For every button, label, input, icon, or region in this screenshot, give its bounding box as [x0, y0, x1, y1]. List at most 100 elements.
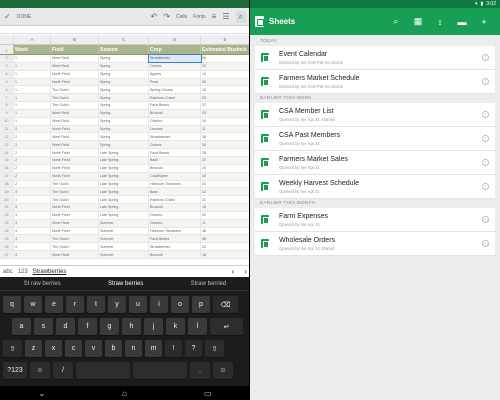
- table-cell[interactable]: Rainbow Chard: [149, 94, 201, 102]
- undo-icon[interactable]: ↶: [151, 12, 158, 21]
- file-list-item[interactable]: Event Calendar Opened by me 3:00 PM On de…: [255, 46, 495, 70]
- table-cell[interactable]: 2: [14, 180, 51, 188]
- key-x[interactable]: x: [45, 340, 62, 357]
- table-row[interactable]: 8 1 The Gulch Spring Fava Beans 37: [0, 102, 250, 110]
- table-cell[interactable]: Summer: [99, 235, 149, 243]
- table-row[interactable]: 22 3 North Field Late Spring Cilantro 22: [0, 211, 250, 220]
- row-number[interactable]: 27: [0, 251, 14, 258]
- table-row[interactable]: 11 2 North Field Spring Lemons 11: [0, 125, 250, 134]
- table-cell[interactable]: Summer: [99, 251, 149, 258]
- home-icon[interactable]: ⌂: [122, 389, 127, 398]
- key-w[interactable]: w: [24, 296, 42, 313]
- table-cell[interactable]: Peas: [149, 78, 201, 86]
- table-cell[interactable]: The Gulch: [51, 86, 99, 94]
- row-number[interactable]: 4: [0, 70, 14, 78]
- table-cell[interactable]: Spring: [99, 125, 149, 133]
- row-number[interactable]: 24: [0, 227, 14, 235]
- table-row[interactable]: 20 3 The Gulch Late Spring Rainbow Chard 22: [0, 196, 250, 205]
- table-cell[interactable]: Spring: [99, 70, 149, 78]
- file-name[interactable]: CSA Past Members: [279, 132, 482, 139]
- table-row[interactable]: 7 1 The Gulch Spring Rainbow Chard 20: [0, 94, 250, 103]
- row-number[interactable]: 10: [0, 117, 14, 125]
- table-cell[interactable]: 1: [14, 62, 51, 70]
- row-number[interactable]: 9: [0, 109, 14, 117]
- table-cell[interactable]: 20: [201, 78, 250, 86]
- table-cell[interactable]: The Gulch: [51, 188, 99, 196]
- row-number[interactable]: 21: [0, 204, 14, 211]
- table-cell[interactable]: Cilantro: [149, 211, 201, 219]
- table-cell[interactable]: 4: [14, 235, 51, 243]
- table-cell[interactable]: 4: [14, 251, 51, 258]
- table-cell[interactable]: Onions: [149, 62, 201, 70]
- table-cell[interactable]: 36: [201, 55, 250, 62]
- suggestion-2[interactable]: Straw berries: [108, 281, 143, 287]
- row-number[interactable]: 1: [0, 45, 14, 54]
- search-icon[interactable]: ⌕: [385, 16, 407, 27]
- table-cell[interactable]: 18: [201, 251, 250, 258]
- table-row[interactable]: 10 1 West Field Spring Cilantro 16: [0, 117, 250, 126]
- table-cell[interactable]: West Field: [51, 109, 99, 117]
- row-number[interactable]: 3: [0, 62, 14, 70]
- table-cell[interactable]: The Gulch: [51, 94, 99, 102]
- table-cell[interactable]: Basil: [149, 188, 201, 196]
- table-cell[interactable]: Summer: [99, 219, 149, 227]
- key-z[interactable]: z: [25, 340, 42, 357]
- folder-icon[interactable]: ▬: [451, 17, 473, 27]
- file-list-item[interactable]: CSA Past Members Opened by me Apr 21 i: [255, 127, 495, 151]
- file-list-item[interactable]: Wholesale Orders Opened by me Apr 21 Shar…: [255, 232, 495, 256]
- table-row[interactable]: 16 2 North Field Late Spring Broccoli 20: [0, 164, 250, 173]
- table-cell[interactable]: 19: [201, 172, 250, 180]
- cell-entry-value[interactable]: Strawberries: [33, 269, 67, 275]
- table-cell[interactable]: Onions: [149, 141, 201, 149]
- table-cell[interactable]: Broccoli: [149, 251, 201, 258]
- table-cell[interactable]: North Field: [51, 172, 99, 180]
- abc-mode-toggle[interactable]: abc: [3, 269, 13, 275]
- table-row[interactable]: 21 3 North Field Late Spring Broccoli 16: [0, 204, 250, 212]
- info-icon[interactable]: i: [482, 54, 489, 61]
- table-cell[interactable]: North Field: [51, 125, 99, 133]
- table-cell[interactable]: Late Spring: [99, 156, 149, 164]
- table-cell[interactable]: North Field: [51, 164, 99, 172]
- new-sheet-button[interactable]: +: [473, 17, 495, 27]
- table-cell[interactable]: Spring Onions: [149, 86, 201, 94]
- table-cell[interactable]: Basil: [149, 156, 201, 164]
- table-cell[interactable]: Spring: [99, 102, 149, 109]
- row-number[interactable]: 23: [0, 219, 14, 227]
- table-cell[interactable]: North Field: [51, 149, 99, 156]
- row-number[interactable]: 15: [0, 156, 14, 164]
- table-cell[interactable]: 3: [14, 188, 51, 196]
- table-cell[interactable]: Spring: [99, 78, 149, 86]
- table-cell[interactable]: Cilantro: [149, 117, 201, 125]
- table-cell[interactable]: 18: [201, 133, 250, 141]
- table-cell[interactable]: 46: [201, 227, 250, 235]
- key-u[interactable]: u: [129, 296, 147, 313]
- table-row[interactable]: 23 3 West Field Summer Cilantro 11: [0, 219, 250, 228]
- column-header[interactable]: B: [51, 35, 99, 44]
- row-number[interactable]: 26: [0, 243, 14, 251]
- key-i[interactable]: i: [150, 296, 168, 313]
- table-cell[interactable]: Strawberries: [149, 133, 201, 141]
- table-cell[interactable]: Spring: [99, 55, 149, 62]
- table-cell[interactable]: Spring: [99, 86, 149, 94]
- key-space[interactable]: [76, 362, 130, 379]
- table-cell[interactable]: Broccoli: [149, 164, 201, 172]
- info-icon[interactable]: i: [482, 135, 489, 142]
- table-cell[interactable]: 1: [14, 86, 51, 94]
- previous-cell-icon[interactable]: ‹: [232, 267, 235, 276]
- info-icon[interactable]: i: [482, 183, 489, 190]
- key-symbol[interactable]: !: [165, 340, 182, 357]
- file-list-item[interactable]: CSA Member List Opened by me Apr 21 Share…: [255, 103, 495, 127]
- table-row[interactable]: 26 4 The Gulch Summer Strawberries 20: [0, 243, 250, 252]
- table-cell[interactable]: Fava Beans: [149, 149, 201, 156]
- file-name[interactable]: Farmers Market Schedule: [279, 75, 482, 82]
- table-cell[interactable]: 36: [201, 235, 250, 243]
- table-cell[interactable]: The Gulch: [51, 196, 99, 204]
- key-y[interactable]: y: [108, 296, 126, 313]
- table-cell[interactable]: 37: [201, 102, 250, 109]
- grid-view-icon[interactable]: ▦: [407, 16, 429, 27]
- column-header[interactable]: A: [14, 35, 51, 44]
- header-cell[interactable]: Estimated Bushels: [201, 45, 250, 54]
- column-header[interactable]: D: [149, 35, 201, 44]
- file-list-item[interactable]: Farm Expenses Opened by me Apr 21 i: [255, 208, 495, 232]
- key-symbol[interactable]: ⇧: [205, 340, 224, 357]
